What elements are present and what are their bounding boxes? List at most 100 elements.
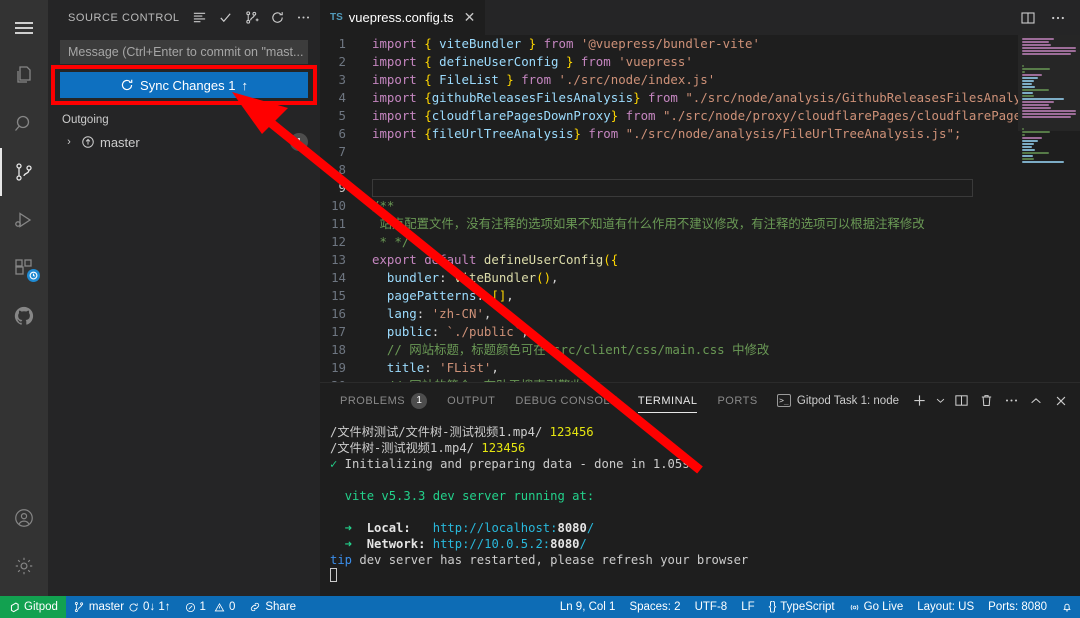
- minimap-line: [1022, 80, 1034, 82]
- line-number: 8: [320, 161, 362, 179]
- code-lines-container[interactable]: 1import { viteBundler } from '@vuepress/…: [320, 35, 1018, 382]
- github-icon[interactable]: [0, 292, 48, 340]
- terminal-selector-label: Gitpod Task 1: node: [797, 395, 899, 407]
- status-encoding[interactable]: UTF-8: [688, 596, 735, 618]
- commit-check-icon[interactable]: [212, 5, 238, 31]
- chevron-right-icon[interactable]: ›: [62, 136, 76, 148]
- code-line[interactable]: 6import {fileUrlTreeAnalysis} from "./sr…: [320, 125, 1018, 143]
- code-text: [362, 143, 1018, 161]
- more-actions-icon[interactable]: [1044, 0, 1072, 35]
- code-line[interactable]: 11 站点配置文件，没有注释的选项如果不知道有什么作用不建议修改，有注释的选项可…: [320, 215, 1018, 233]
- run-debug-icon[interactable]: [0, 196, 48, 244]
- accounts-icon[interactable]: [0, 494, 48, 542]
- code-line[interactable]: 3import { FileList } from './src/node/in…: [320, 71, 1018, 89]
- explorer-icon[interactable]: [0, 52, 48, 100]
- status-language-mode[interactable]: {} TypeScript: [762, 596, 842, 618]
- source-control-icon[interactable]: [0, 148, 48, 196]
- close-panel-icon[interactable]: [1050, 390, 1072, 412]
- code-line[interactable]: 13export default defineUserConfig({: [320, 251, 1018, 269]
- code-line[interactable]: 19 title: 'FList',: [320, 359, 1018, 377]
- terminal-cursor: [330, 568, 1080, 584]
- code-line[interactable]: 10/**: [320, 197, 1018, 215]
- code-line[interactable]: 8: [320, 161, 1018, 179]
- status-bar: Gitpod master 0↓ 1↑ 1: [0, 596, 1080, 618]
- code-line[interactable]: 16 lang: 'zh-CN',: [320, 305, 1018, 323]
- tab-output[interactable]: OUTPUT: [437, 383, 505, 418]
- terminal-line: vite v5.3.3 dev server running at:: [330, 488, 1080, 504]
- tab-problems[interactable]: PROBLEMS1: [330, 383, 437, 418]
- panel-tab-label: DEBUG CONSOLE: [515, 395, 617, 407]
- minimap[interactable]: [1018, 35, 1080, 382]
- code-editor[interactable]: 1import { viteBundler } from '@vuepress/…: [320, 35, 1080, 382]
- tab-terminal[interactable]: TERMINAL: [628, 383, 708, 418]
- status-cursor-position[interactable]: Ln 9, Col 1: [553, 596, 623, 618]
- code-line[interactable]: 18 // 网站标题，标题颜色可在 src/client/css/main.cs…: [320, 341, 1018, 359]
- vscode-window: SOURCE CONTROL: [0, 0, 1080, 618]
- status-problems[interactable]: 1 0: [178, 596, 243, 618]
- branch-create-icon[interactable]: [238, 5, 264, 31]
- minimap-line: [1022, 68, 1050, 70]
- minimap-line: [1022, 44, 1051, 46]
- split-terminal-icon[interactable]: [950, 390, 972, 412]
- line-number: 4: [320, 89, 362, 107]
- outgoing-commit-icon: [81, 135, 95, 149]
- extensions-icon[interactable]: [0, 244, 48, 292]
- maximize-panel-icon[interactable]: [1025, 390, 1047, 412]
- terminal-line: ➜ Network: http://10.0.5.2:8080/: [330, 536, 1080, 552]
- status-share[interactable]: Share: [242, 596, 303, 618]
- page-title: SOURCE CONTROL: [68, 12, 186, 24]
- sync-changes-label: Sync Changes 1: [140, 78, 235, 93]
- minimap-line: [1022, 83, 1032, 85]
- sidebar-item-outgoing-master[interactable]: › master 1: [60, 131, 308, 153]
- search-icon[interactable]: [0, 100, 48, 148]
- tab-debug-console[interactable]: DEBUG CONSOLE: [505, 383, 627, 418]
- status-eol[interactable]: LF: [734, 596, 761, 618]
- more-actions-icon[interactable]: [1000, 390, 1022, 412]
- code-line[interactable]: 2import { defineUserConfig } from 'vuepr…: [320, 53, 1018, 71]
- code-line[interactable]: 1import { viteBundler } from '@vuepress/…: [320, 35, 1018, 53]
- chevron-down-icon[interactable]: [933, 390, 947, 412]
- terminal-prompt-icon: >_: [777, 394, 791, 407]
- code-line[interactable]: 20 // 网站的简介，有助于搜索引擎收录: [320, 377, 1018, 382]
- code-text: lang: 'zh-CN',: [362, 305, 1018, 323]
- minimap-line: [1022, 110, 1076, 112]
- status-ports[interactable]: Ports: 8080: [981, 596, 1054, 618]
- tab-vuepress-config-ts[interactable]: TS vuepress.config.ts ✕: [320, 0, 486, 35]
- terminal-selector[interactable]: >_ Gitpod Task 1: node: [777, 394, 905, 407]
- code-line[interactable]: 4import {githubReleasesFilesAnalysis} fr…: [320, 89, 1018, 107]
- source-control-header: SOURCE CONTROL: [48, 0, 320, 35]
- status-keyboard-layout[interactable]: Layout: US: [910, 596, 981, 618]
- code-line[interactable]: 9: [320, 179, 1018, 197]
- line-number: 13: [320, 251, 362, 269]
- commit-message-input[interactable]: Message (Ctrl+Enter to commit on "mast..…: [60, 40, 308, 64]
- code-line[interactable]: 14 bundler: viteBundler(),: [320, 269, 1018, 287]
- code-line[interactable]: 17 public: `./public`,: [320, 323, 1018, 341]
- view-as-list-icon[interactable]: [186, 5, 212, 31]
- sync-changes-button[interactable]: Sync Changes 1 ↑: [60, 72, 308, 98]
- close-icon[interactable]: ✕: [464, 9, 476, 26]
- status-branch[interactable]: master 0↓ 1↑: [66, 596, 178, 618]
- split-editor-icon[interactable]: [1014, 0, 1042, 35]
- kill-terminal-icon[interactable]: [975, 390, 997, 412]
- status-notifications-bell[interactable]: [1054, 596, 1080, 618]
- terminal-output[interactable]: /文件树测试/文件树-测试视频1.mp4/ 123456/文件树-测试视频1.m…: [320, 418, 1080, 596]
- line-number: 18: [320, 341, 362, 359]
- new-terminal-icon[interactable]: [908, 390, 930, 412]
- refresh-icon[interactable]: [264, 5, 290, 31]
- status-go-live[interactable]: Go Live: [842, 596, 911, 618]
- tab-bar-filler: [486, 0, 1014, 35]
- code-line[interactable]: 12 * */: [320, 233, 1018, 251]
- status-gitpod[interactable]: Gitpod: [0, 596, 66, 618]
- code-line[interactable]: 5import {cloudflarePagesDownProxy} from …: [320, 107, 1018, 125]
- minimap-line: [1022, 158, 1034, 160]
- more-actions-icon[interactable]: [290, 5, 316, 31]
- warning-icon: [214, 602, 225, 613]
- code-line[interactable]: 7: [320, 143, 1018, 161]
- code-line[interactable]: 15 pagePatterns: [],: [320, 287, 1018, 305]
- line-number: 17: [320, 323, 362, 341]
- current-line-highlight: [372, 179, 973, 197]
- menu-icon[interactable]: [0, 4, 48, 52]
- settings-gear-icon[interactable]: [0, 542, 48, 590]
- tab-ports[interactable]: PORTS: [707, 383, 767, 418]
- status-indentation[interactable]: Spaces: 2: [622, 596, 687, 618]
